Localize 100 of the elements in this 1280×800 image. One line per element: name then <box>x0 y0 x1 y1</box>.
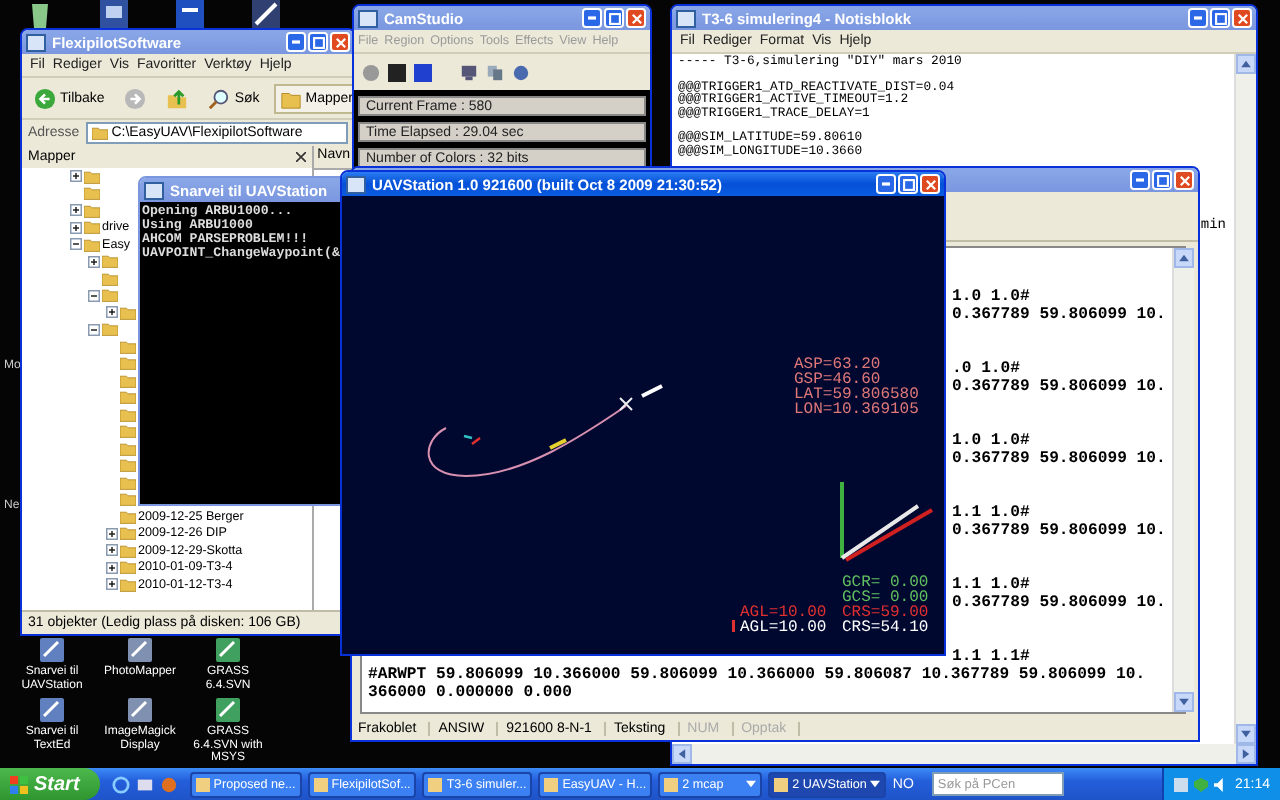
search-icon <box>208 87 231 109</box>
expand-icon[interactable] <box>70 170 82 183</box>
window-icon <box>428 777 443 791</box>
maximize-button[interactable] <box>1152 170 1172 190</box>
close-icon <box>1235 11 1249 25</box>
readout-text: GCR= 0.00 <box>842 574 929 592</box>
app-icon <box>144 181 164 199</box>
folder-icon <box>91 126 108 140</box>
app-icon <box>346 175 366 193</box>
app-icon[interactable] <box>100 0 128 28</box>
terminal-line: #ARWPT 59.806099 10.366000 59.806099 10.366000 59.806087 10.367789 59.806099 10. <box>368 666 1146 684</box>
telemetry-text: ASP=63.20 <box>794 356 881 374</box>
window-icon <box>774 777 789 791</box>
aircraft-marker <box>641 384 663 398</box>
terminal-line: 0.367789 59.806099 10. <box>952 378 1166 396</box>
scroll-down-button[interactable] <box>1173 692 1194 712</box>
scroll-down-button[interactable] <box>1236 724 1256 744</box>
shortcut-icon[interactable] <box>38 636 66 664</box>
maximize-button[interactable] <box>604 8 624 28</box>
expand-icon[interactable] <box>106 544 118 557</box>
expand-icon[interactable] <box>106 578 118 591</box>
collapse-icon[interactable] <box>70 238 82 251</box>
collapse-icon[interactable] <box>88 323 100 336</box>
terminal-line: 1.0 1.0# <box>952 288 1030 306</box>
expand-icon[interactable] <box>106 306 118 319</box>
desktop-icon[interactable] <box>135 775 154 793</box>
scroll-up-button[interactable] <box>1173 248 1194 268</box>
close-button[interactable] <box>920 174 940 194</box>
close-button[interactable] <box>1232 8 1252 28</box>
folder-icon <box>279 87 302 109</box>
scroll-up-button[interactable] <box>1236 54 1256 74</box>
app-icon <box>358 9 378 27</box>
terminal-line: 1.1 1.0# <box>952 576 1030 594</box>
expand-icon[interactable] <box>106 561 118 574</box>
maximize-button[interactable] <box>898 174 918 194</box>
collapse-icon[interactable] <box>88 289 100 302</box>
maximize-button[interactable] <box>1210 8 1230 28</box>
expand-icon[interactable] <box>70 204 82 217</box>
stop-icon[interactable] <box>414 63 432 81</box>
pause-icon[interactable] <box>388 63 406 81</box>
minimize-button[interactable] <box>876 174 896 194</box>
app-icon[interactable] <box>252 0 280 28</box>
telemetry-text: LAT=59.806580 <box>794 386 919 404</box>
terminal-line: 366000 0.000000 0.000 <box>368 684 572 702</box>
minimize-button[interactable] <box>1188 8 1208 28</box>
flag-icon <box>10 775 28 793</box>
window-icon <box>313 777 328 791</box>
terminal-line: 0.367789 59.806099 10. <box>952 450 1166 468</box>
maximize-icon <box>1213 11 1227 25</box>
terminal-line: 0.367789 59.806099 10. <box>952 594 1166 612</box>
minimize-button[interactable] <box>582 8 602 28</box>
app-icon <box>26 33 46 51</box>
maximize-icon <box>1155 173 1169 187</box>
terminal-line: 1.1 1.0# <box>952 504 1030 522</box>
speaker-icon[interactable] <box>1214 777 1229 791</box>
folder-up-icon <box>166 87 189 109</box>
waypoint-marker <box>549 438 567 450</box>
app-icon[interactable] <box>176 0 204 28</box>
scroll-left-button[interactable] <box>672 744 692 764</box>
close-button[interactable] <box>626 8 646 28</box>
expand-icon[interactable] <box>88 255 100 268</box>
telemetry-text: LON=10.369105 <box>794 401 919 419</box>
minimize-icon <box>588 16 596 20</box>
recycle-bin-icon[interactable] <box>28 0 52 28</box>
readout-text: CRS=59.00 <box>842 604 929 622</box>
terminal-line: 1.1 1.1# <box>952 648 1030 666</box>
shortcut-icon[interactable] <box>38 696 66 724</box>
window-icon <box>664 777 679 791</box>
shortcut-icon[interactable] <box>214 696 242 724</box>
window-icon <box>195 777 210 791</box>
shortcut-icon[interactable] <box>126 696 154 724</box>
back-arrow-icon <box>34 87 56 109</box>
close-button[interactable] <box>330 32 350 52</box>
telemetry-text: GSP=46.60 <box>794 371 881 389</box>
screen-icon[interactable] <box>460 63 478 81</box>
terminal-line: .0 1.0# <box>952 360 1020 378</box>
shortcut-icon[interactable] <box>126 636 154 664</box>
scroll-right-button[interactable] <box>1236 744 1256 764</box>
copy-icon[interactable] <box>486 63 504 81</box>
terminal-line: 0.367789 59.806099 10. <box>952 522 1166 540</box>
close-icon[interactable] <box>295 152 306 162</box>
marker-bar <box>732 620 735 632</box>
shortcut-icon[interactable] <box>214 636 242 664</box>
readout-text: CRS=54.10 <box>842 619 929 637</box>
close-icon <box>629 11 643 25</box>
home-marker <box>463 434 481 446</box>
readout-text: GCS= 0.00 <box>842 589 929 607</box>
minimize-button[interactable] <box>1130 170 1150 190</box>
maximize-button[interactable] <box>308 32 328 52</box>
expand-icon[interactable] <box>106 527 118 540</box>
maximize-icon <box>901 177 915 191</box>
readout-text: AGL=10.00 <box>740 604 827 622</box>
forward-arrow-icon <box>124 87 147 109</box>
readout-text: AGL=10.00 <box>740 619 827 637</box>
minimize-button[interactable] <box>286 32 306 52</box>
terminal-line: 0.367789 59.806099 10. <box>952 306 1166 324</box>
expand-icon[interactable] <box>70 221 82 234</box>
heading-indicator-drawing <box>840 482 933 562</box>
close-button[interactable] <box>1174 170 1194 190</box>
terminal-line: 1.0 1.0# <box>952 432 1030 450</box>
